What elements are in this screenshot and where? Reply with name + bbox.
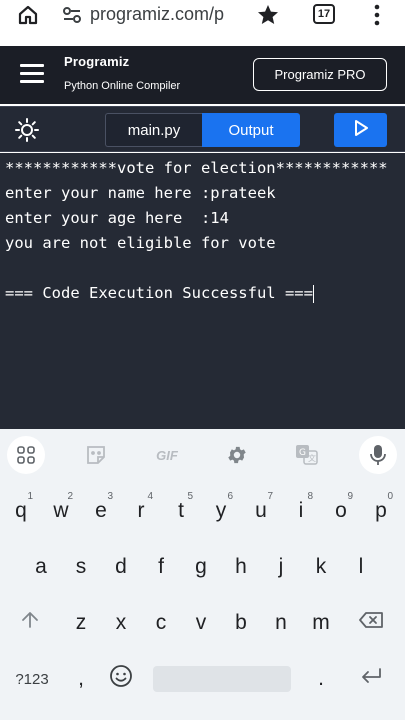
key-g[interactable]: g: [183, 545, 219, 589]
key-hint: 2: [67, 491, 73, 502]
key-w[interactable]: w2: [43, 489, 79, 533]
backspace-key[interactable]: [353, 601, 389, 645]
console-line: === Code Execution Successful ===: [5, 284, 313, 302]
key-p[interactable]: p0: [363, 489, 399, 533]
key-hint: 8: [307, 491, 313, 502]
key-t[interactable]: t5: [163, 489, 199, 533]
site-settings-icon[interactable]: [60, 2, 84, 28]
comma-key[interactable]: ,: [63, 657, 99, 701]
site-header: Programiz Python Online Compiler Program…: [0, 46, 405, 104]
key-y[interactable]: y6: [203, 489, 239, 533]
key-h[interactable]: h: [223, 545, 259, 589]
emoji-key[interactable]: [103, 657, 139, 701]
key-hint: 7: [267, 491, 273, 502]
key-r[interactable]: r4: [123, 489, 159, 533]
key-d[interactable]: d: [103, 545, 139, 589]
key-hint: 4: [147, 491, 153, 502]
key-l[interactable]: l: [343, 545, 379, 589]
shift-arrow-icon: [21, 611, 39, 635]
tab-output[interactable]: Output: [202, 113, 300, 147]
console-line: enter your name here :prateek: [5, 184, 276, 202]
key-z[interactable]: z: [63, 601, 99, 645]
key-e[interactable]: e3: [83, 489, 119, 533]
onscreen-keyboard: GIF G文 q1 w2 e3 r4 t5 y6 u7 i8 o9 p0 a s…: [0, 429, 405, 720]
browser-toolbar: programiz.com/p 17: [0, 0, 405, 30]
key-hint: 0: [387, 491, 393, 502]
key-hint: 5: [187, 491, 193, 502]
key-v[interactable]: v: [183, 601, 219, 645]
sun-icon[interactable]: [14, 117, 40, 143]
key-b[interactable]: b: [223, 601, 259, 645]
key-hint: 6: [227, 491, 233, 502]
key-hint: 9: [347, 491, 353, 502]
key-label: w: [53, 499, 69, 522]
key-k[interactable]: k: [303, 545, 339, 589]
text-cursor: [312, 284, 315, 303]
overflow-menu-icon[interactable]: [366, 2, 388, 28]
symbols-key[interactable]: ?123: [9, 657, 55, 701]
settings-gear-icon[interactable]: [218, 436, 256, 474]
apps-grid-icon[interactable]: [7, 436, 45, 474]
enter-arrow-icon: [359, 667, 383, 691]
console-line: ************vote for election***********…: [5, 159, 388, 177]
key-hint: 3: [107, 491, 113, 502]
key-j[interactable]: j: [263, 545, 299, 589]
programiz-pro-button[interactable]: Programiz PRO: [253, 58, 387, 91]
key-s[interactable]: s: [63, 545, 99, 589]
period-key[interactable]: .: [303, 657, 339, 701]
compiler-subtitle: Python Online Compiler: [64, 80, 181, 92]
microphone-icon[interactable]: [359, 436, 397, 474]
key-label: o: [335, 499, 347, 522]
console-line: enter your age here :14: [5, 209, 229, 227]
key-label: t: [178, 499, 184, 522]
programiz-logo[interactable]: Programiz: [64, 54, 129, 69]
key-label: q: [15, 499, 27, 522]
key-i[interactable]: i8: [283, 489, 319, 533]
tab-count-button[interactable]: 17: [313, 4, 335, 24]
key-f[interactable]: f: [143, 545, 179, 589]
home-icon[interactable]: [14, 2, 42, 28]
key-n[interactable]: n: [263, 601, 299, 645]
key-label: e: [95, 499, 107, 522]
key-u[interactable]: u7: [243, 489, 279, 533]
key-label: p: [375, 499, 387, 522]
output-console[interactable]: ************vote for election***********…: [0, 153, 405, 429]
gif-button[interactable]: GIF: [148, 436, 186, 474]
key-label: u: [255, 499, 267, 522]
menu-icon[interactable]: [20, 64, 44, 83]
space-bar[interactable]: [153, 666, 291, 692]
star-icon[interactable]: [255, 2, 281, 28]
enter-key[interactable]: [353, 657, 389, 701]
key-m[interactable]: m: [303, 601, 339, 645]
tab-main-py[interactable]: main.py: [105, 113, 202, 147]
run-button[interactable]: [334, 113, 387, 147]
play-icon: [354, 119, 368, 141]
translate-icon[interactable]: G文: [288, 436, 326, 474]
key-hint: 1: [27, 491, 33, 502]
console-last-line: === Code Execution Successful ===: [5, 281, 405, 306]
keyboard-toolbar: GIF G文: [0, 429, 405, 479]
sticker-icon[interactable]: [77, 436, 115, 474]
url-bar[interactable]: programiz.com/p: [90, 4, 230, 25]
svg-text:G: G: [299, 448, 306, 458]
smiley-icon: [109, 664, 133, 694]
key-x[interactable]: x: [103, 601, 139, 645]
svg-text:文: 文: [308, 453, 316, 463]
key-c[interactable]: c: [143, 601, 179, 645]
console-line: you are not eligible for vote: [5, 234, 276, 252]
key-q[interactable]: q1: [3, 489, 39, 533]
editor-toolbar: main.py Output: [0, 106, 405, 152]
key-label: r: [137, 499, 145, 522]
key-o[interactable]: o9: [323, 489, 359, 533]
shift-key[interactable]: [12, 601, 48, 645]
key-a[interactable]: a: [23, 545, 59, 589]
key-label: i: [298, 499, 304, 522]
backspace-icon: [358, 611, 384, 635]
key-label: y: [215, 499, 227, 522]
